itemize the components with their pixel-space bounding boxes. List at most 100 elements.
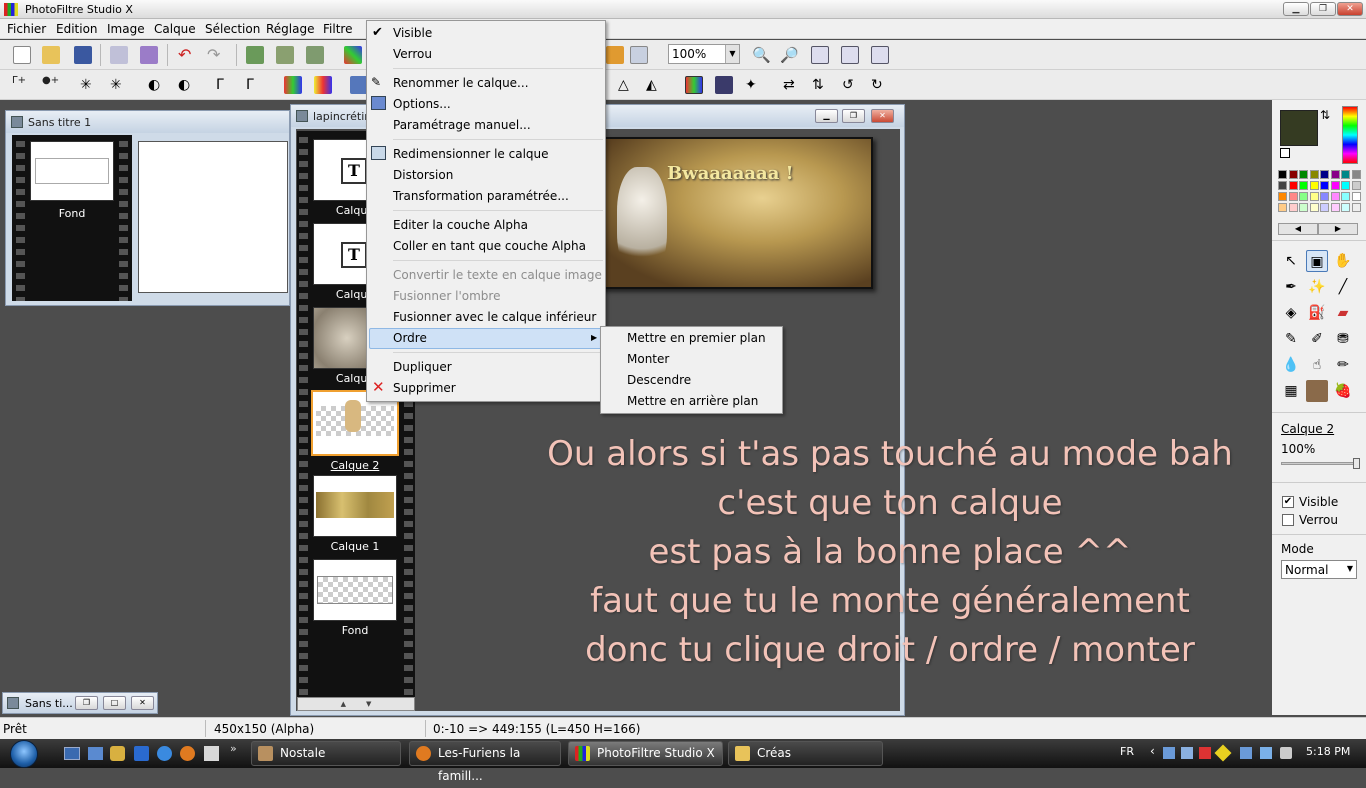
submenu-monter[interactable]: Monter [627, 349, 669, 370]
show-desktop-icon[interactable] [64, 747, 80, 760]
palette-swatch[interactable] [1320, 181, 1329, 190]
firefox-icon[interactable] [180, 746, 195, 761]
menu-item-supprimer[interactable]: Supprimer [393, 378, 456, 399]
submenu-premier-plan[interactable]: Mettre en premier plan [627, 328, 766, 349]
ie-icon[interactable] [157, 746, 172, 761]
saturation-plus-icon[interactable] [314, 76, 332, 94]
palette-swatch[interactable] [1330, 181, 1340, 190]
zoom-actual-icon[interactable] [841, 46, 859, 64]
mail-icon[interactable] [204, 746, 219, 761]
menu-edition[interactable]: Edition [56, 22, 98, 36]
more-icon[interactable]: » [230, 742, 237, 755]
submenu-arriere-plan[interactable]: Mettre en arrière plan [627, 391, 758, 412]
selection-tool-icon[interactable]: ▣ [1306, 250, 1328, 272]
contrast-minus-icon[interactable]: ◐ [148, 76, 166, 94]
palette-swatch[interactable] [1309, 170, 1319, 179]
palette-swatch[interactable] [1330, 192, 1340, 201]
open-icon[interactable] [42, 46, 60, 64]
eyedropper-tool-icon[interactable]: ✒ [1280, 276, 1302, 298]
spray-tool-icon[interactable]: ⛽ [1306, 302, 1328, 324]
scan-icon[interactable] [140, 46, 158, 64]
tray-security-icon[interactable] [1199, 747, 1211, 759]
menu-item-visible[interactable]: Visible [393, 23, 432, 44]
palette-swatch[interactable] [1330, 170, 1340, 179]
document-window-sans-titre[interactable]: Sans titre 1 Fond [5, 110, 290, 306]
swap-colors-icon[interactable]: ⇅ [1320, 108, 1330, 122]
volume-icon[interactable] [1280, 747, 1292, 759]
palette-swatch[interactable] [1288, 192, 1298, 201]
menu-item-fusionner-inferieur[interactable]: Fusionner avec le calque inférieur [393, 307, 596, 328]
deform-tool-icon[interactable]: ▦ [1280, 380, 1302, 402]
menu-item-redimensionner[interactable]: Redimensionner le calque [393, 144, 549, 165]
minimized-restore-button[interactable]: ❐ [75, 696, 98, 710]
layer-thumb-fond[interactable] [30, 141, 114, 201]
gamma-plus-icon[interactable]: Γ [246, 76, 264, 94]
submenu-descendre[interactable]: Descendre [627, 370, 691, 391]
mode-select[interactable]: Normal ▼ [1281, 560, 1357, 579]
gamma-minus-icon[interactable]: Γ [216, 76, 234, 94]
menu-item-transformation[interactable]: Transformation paramétrée... [393, 186, 569, 207]
gradient-icon[interactable] [685, 76, 703, 94]
palette-swatch[interactable] [1299, 203, 1308, 212]
hand-tool-icon[interactable]: ✋ [1332, 250, 1354, 272]
menu-image[interactable]: Image [107, 22, 145, 36]
palette-swatch[interactable] [1351, 203, 1361, 212]
menu-item-renommer[interactable]: Renommer le calque... [393, 73, 529, 94]
child-minimize-button[interactable]: ▁ [815, 109, 838, 123]
smudge-tool-icon[interactable]: ☝ [1306, 354, 1328, 376]
menu-selection[interactable]: Sélection [205, 22, 260, 36]
palette-swatch[interactable] [1309, 192, 1319, 201]
tray-monitor-icon[interactable] [1240, 747, 1252, 759]
effects-icon[interactable]: ✦ [745, 76, 763, 94]
palette-swatch[interactable] [1278, 170, 1287, 179]
current-layer-name[interactable]: Calque 2 [1281, 422, 1334, 436]
verrou-checkbox[interactable] [1282, 514, 1294, 526]
eraser-tool-icon[interactable]: ▰ [1332, 302, 1354, 324]
save-icon[interactable] [74, 46, 92, 64]
palette-swatch[interactable] [1320, 170, 1329, 179]
fill-tool-icon[interactable]: ◈ [1280, 302, 1302, 324]
palette-next-button[interactable]: ▶ [1318, 223, 1358, 235]
minimized-window[interactable]: Sans ti... ❐ □ ✕ [2, 692, 158, 714]
pointer-tool-icon[interactable]: ↖ [1280, 250, 1302, 272]
minimized-maximize-button[interactable]: □ [103, 696, 126, 710]
flip-vertical-icon[interactable]: ⇅ [812, 76, 830, 94]
palette-swatch[interactable] [1299, 170, 1308, 179]
menu-filtre[interactable]: Filtre [323, 22, 352, 36]
zoom-in-icon[interactable]: 🔍 [752, 46, 771, 64]
zoom-select[interactable]: 100% ▼ [668, 44, 740, 64]
palette-swatch[interactable] [1288, 203, 1298, 212]
palette-swatch[interactable] [1320, 203, 1329, 212]
stamp-tool-icon[interactable]: ⛃ [1332, 328, 1354, 350]
quicklaunch-icon[interactable] [110, 746, 125, 761]
menu-calque[interactable]: Calque [154, 22, 196, 36]
menu-item-options[interactable]: Options... [393, 94, 451, 115]
task-nostale[interactable]: Nostale [251, 741, 401, 766]
image-size-icon[interactable] [246, 46, 264, 64]
palette-prev-button[interactable]: ◀ [1278, 223, 1318, 235]
rotate-left-icon[interactable]: ↺ [842, 76, 860, 94]
zoom-out-icon[interactable]: 🔎 [780, 46, 799, 64]
tray-display-icon[interactable] [1260, 747, 1272, 759]
tray-warning-icon[interactable] [1214, 744, 1232, 762]
saturation-minus-icon[interactable] [284, 76, 302, 94]
minimized-close-button[interactable]: ✕ [131, 696, 154, 710]
palette-swatch[interactable] [1320, 192, 1329, 201]
filter-icon[interactable] [606, 46, 624, 64]
menu-item-dupliquer[interactable]: Dupliquer [393, 357, 452, 378]
explorer-icon[interactable] [88, 747, 103, 760]
palette-swatch[interactable] [1341, 170, 1350, 179]
palette-swatch[interactable] [1351, 170, 1361, 179]
layer-strip-scrollbar[interactable]: ▲ ▼ [297, 697, 415, 711]
palette-swatch[interactable] [1288, 181, 1298, 190]
main-image[interactable]: Bwaaaaaaa ! [597, 137, 873, 289]
blur-tool-icon[interactable]: 💧 [1280, 354, 1302, 376]
chevron-down-icon[interactable]: ▼ [725, 45, 739, 63]
magic-wand-tool-icon[interactable]: ✨ [1306, 276, 1328, 298]
clock[interactable]: 5:18 PM [1306, 745, 1350, 758]
undo-icon[interactable]: ↶ [178, 46, 196, 64]
crop-icon[interactable] [306, 46, 324, 64]
brightness-minus-icon[interactable]: ✳ [80, 76, 98, 94]
task-firefox[interactable]: Les-Furiens la famill... [409, 741, 561, 783]
brush-tool-icon[interactable]: ✎ [1280, 328, 1302, 350]
